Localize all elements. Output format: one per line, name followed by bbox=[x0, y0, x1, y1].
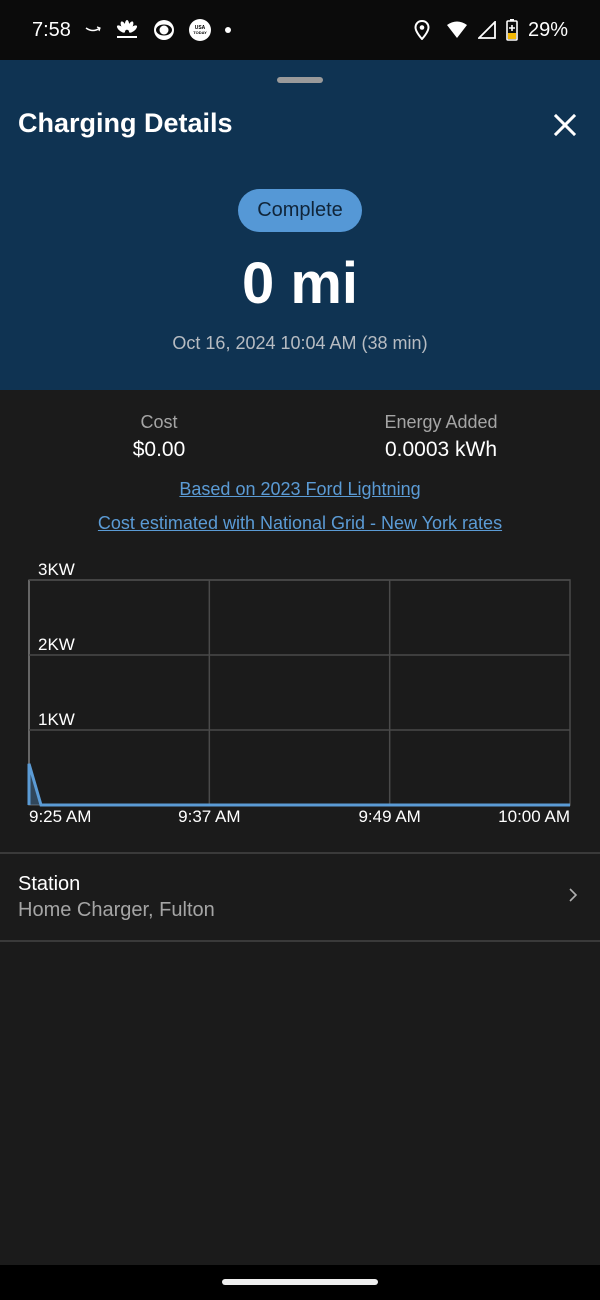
status-badge: Complete bbox=[238, 189, 362, 232]
vehicle-link[interactable]: Based on 2023 Ford Lightning bbox=[0, 479, 600, 500]
svg-text:TODAY: TODAY bbox=[193, 30, 207, 35]
wifi-icon bbox=[446, 21, 468, 39]
x-tick-label: 9:49 AM bbox=[358, 807, 420, 826]
location-icon bbox=[414, 20, 430, 40]
power-chart: 1KW 2KW 3KW 9:25 AM 9:37 AM 9:49 AM 10:00 AM bbox=[0, 550, 600, 840]
miles-added: 0 mi bbox=[241, 251, 359, 316]
x-tick-label: 9:25 AM bbox=[29, 807, 91, 826]
battery-charging-icon bbox=[506, 19, 518, 41]
cost-value: $0.00 bbox=[132, 438, 186, 461]
station-value: Home Charger, Fulton bbox=[18, 899, 215, 921]
session-datetime: Oct 16, 2024 10:04 AM (38 min) bbox=[172, 333, 428, 353]
energy-stat: Energy Added 0.0003 kWh bbox=[361, 412, 521, 462]
station-row[interactable]: Station Home Charger, Fulton bbox=[0, 853, 600, 941]
drag-handle[interactable] bbox=[277, 77, 323, 83]
series-line bbox=[27, 763, 570, 807]
chart-frame bbox=[28, 579, 571, 806]
rates-link[interactable]: Cost estimated with National Grid - New … bbox=[0, 513, 600, 534]
series-area bbox=[29, 763, 570, 805]
chevron-right-icon bbox=[569, 888, 578, 902]
close-icon bbox=[553, 113, 577, 137]
y-tick-label: 1KW bbox=[38, 710, 75, 729]
cellular-signal-icon bbox=[477, 21, 496, 39]
sheet-header: Charging Details Complete 0 mi Oct 16, 2… bbox=[0, 60, 600, 390]
close-button[interactable] bbox=[550, 110, 580, 140]
station-label: Station bbox=[18, 873, 81, 895]
battery-percent: 29% bbox=[527, 18, 568, 41]
status-time: 7:58 bbox=[32, 18, 71, 41]
usa-today-icon: USA TODAY bbox=[188, 19, 211, 41]
energy-label: Energy Added bbox=[384, 412, 498, 432]
cost-stat: Cost $0.00 bbox=[99, 412, 219, 462]
y-tick-label: 3KW bbox=[38, 560, 75, 579]
x-tick-label: 9:37 AM bbox=[178, 807, 240, 826]
x-tick-label: 10:00 AM bbox=[498, 807, 570, 826]
amazon-icon bbox=[85, 26, 101, 34]
power-chart-svg: 1KW 2KW 3KW 9:25 AM 9:37 AM 9:49 AM 10:00 AM bbox=[27, 560, 571, 826]
divider bbox=[0, 940, 600, 942]
nbc-news-icon bbox=[115, 20, 139, 40]
cost-label: Cost bbox=[140, 412, 178, 432]
system-nav-bar bbox=[0, 1265, 600, 1300]
cbs-icon bbox=[153, 19, 175, 41]
home-gesture-handle[interactable] bbox=[222, 1279, 378, 1285]
y-tick-label: 2KW bbox=[38, 635, 75, 654]
energy-value: 0.0003 kWh bbox=[384, 438, 498, 461]
notification-dot-icon bbox=[224, 27, 231, 33]
status-bar: 7:58 USA TODAY 29% bbox=[0, 0, 600, 60]
page-title: Charging Details bbox=[18, 108, 233, 138]
